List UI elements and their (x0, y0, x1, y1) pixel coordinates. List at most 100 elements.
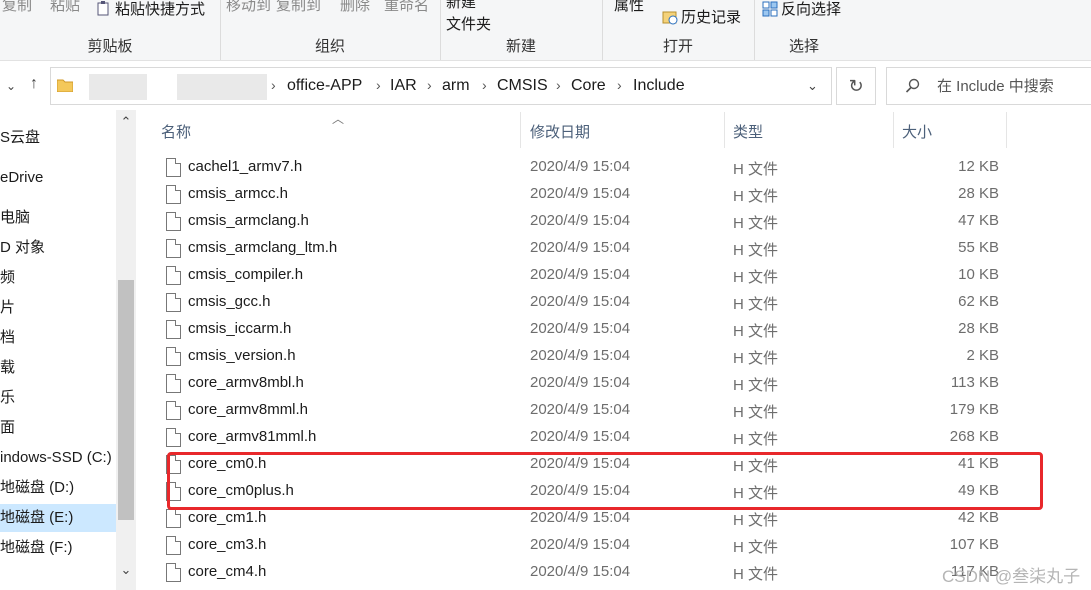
breadcrumb-cmsis[interactable]: CMSIS (497, 77, 548, 95)
file-size: 268 KB (949, 428, 999, 445)
scrollbar-thumb[interactable] (118, 280, 134, 520)
ribbon-group-label: 剪贴板 (87, 38, 133, 55)
file-modified-date: 2020/4/9 15:04 (530, 185, 631, 202)
delete-button[interactable]: 删除 (340, 0, 370, 15)
breadcrumb-separator-icon: › (427, 77, 432, 93)
column-divider[interactable] (724, 112, 725, 148)
address-dropdown-chevron-icon[interactable]: ⌄ (807, 78, 818, 94)
file-type: H 文件 (733, 377, 779, 394)
sidebar-item-drive-d[interactable]: 地磁盘 (D:) (0, 474, 118, 502)
breadcrumb-arm[interactable]: arm (442, 77, 470, 95)
column-header-size[interactable]: 大小 (902, 121, 932, 142)
file-icon (166, 185, 181, 204)
breadcrumb-core[interactable]: Core (571, 77, 606, 95)
breadcrumb-include[interactable]: Include (633, 77, 685, 95)
file-size: 41 KB (958, 455, 999, 472)
move-to-button[interactable]: 移动到 (226, 0, 271, 15)
file-row[interactable]: core_cm0.h 2020/4/9 15:04 H 文件 41 KB (162, 451, 1002, 478)
file-row[interactable]: core_armv8mml.h 2020/4/9 15:04 H 文件 179 KB (162, 397, 1002, 424)
column-header-name[interactable]: 名称 (161, 121, 191, 142)
file-modified-date: 2020/4/9 15:04 (530, 158, 631, 175)
breadcrumb-iar[interactable]: IAR (390, 77, 417, 95)
file-row[interactable]: cmsis_armclang_ltm.h 2020/4/9 15:04 H 文件 55… (162, 235, 1002, 262)
file-size: 47 KB (958, 212, 999, 229)
copy-button[interactable]: 复制 (2, 0, 32, 15)
navigation-pane: S云盘 eDrive 电脑 D 对象 频 片 档 载 乐 面 indows-SS… (0, 110, 136, 590)
ribbon-group-organize: 移动到 复制到 删除 重命名 组织 (220, 0, 441, 60)
file-name: cmsis_gcc.h (188, 293, 271, 310)
file-icon (166, 239, 181, 258)
file-type: H 文件 (733, 404, 779, 421)
paste-button[interactable]: 粘贴 (50, 0, 80, 15)
file-row[interactable]: cachel1_armv7.h 2020/4/9 15:04 H 文件 12 KB (162, 154, 1002, 181)
sidebar-item-videos[interactable]: 频 (0, 264, 118, 292)
sidebar-item-drive-e[interactable]: 地磁盘 (E:) (0, 504, 118, 532)
file-row[interactable]: cmsis_armclang.h 2020/4/9 15:04 H 文件 47 KB (162, 208, 1002, 235)
file-list: ︿ 名称 修改日期 类型 大小 cachel1_armv7.h 2020/4/9 … (136, 110, 1091, 590)
column-header-date[interactable]: 修改日期 (530, 121, 590, 142)
sidebar-item-this-pc[interactable]: 电脑 (0, 204, 118, 232)
file-icon (166, 563, 181, 582)
address-bar[interactable]: › office-APP › IAR › arm › CMSIS › Core … (50, 67, 832, 105)
file-icon (166, 212, 181, 231)
file-row[interactable]: core_armv8mbl.h 2020/4/9 15:04 H 文件 113 KB (162, 370, 1002, 397)
file-icon (166, 401, 181, 420)
sidebar-item-drive-c[interactable]: indows-SSD (C:) (0, 444, 118, 472)
watermark: CSDN @叁柒丸子 (942, 567, 1081, 586)
file-row[interactable]: core_cm1.h 2020/4/9 15:04 H 文件 42 KB (162, 505, 1002, 532)
sidebar-item-pictures[interactable]: 片 (0, 294, 118, 322)
refresh-button[interactable]: ↻ (836, 67, 876, 105)
file-row[interactable]: cmsis_iccarm.h 2020/4/9 15:04 H 文件 28 KB (162, 316, 1002, 343)
column-divider[interactable] (893, 112, 894, 148)
properties-button[interactable]: 属性 (614, 0, 644, 15)
search-box[interactable] (886, 67, 1091, 105)
breadcrumb-separator-icon: › (556, 77, 561, 93)
sidebar-item-drive-f[interactable]: 地磁盘 (F:) (0, 534, 118, 562)
invert-selection-button[interactable]: 反向选择 (762, 0, 841, 19)
file-name: cmsis_iccarm.h (188, 320, 292, 337)
file-modified-date: 2020/4/9 15:04 (530, 320, 631, 337)
sidebar-scrollbar[interactable]: ⌃ ⌄ (116, 110, 136, 590)
file-row[interactable]: cmsis_gcc.h 2020/4/9 15:04 H 文件 62 KB (162, 289, 1002, 316)
file-row[interactable]: cmsis_version.h 2020/4/9 15:04 H 文件 2 KB (162, 343, 1002, 370)
sidebar-item-documents[interactable]: 档 (0, 324, 118, 352)
ribbon-group-label: 选择 (788, 38, 819, 55)
history-button[interactable]: 历史记录 (662, 6, 741, 27)
scroll-up-chevron-icon[interactable]: ⌃ (116, 114, 136, 130)
copy-to-button[interactable]: 复制到 (276, 0, 321, 15)
file-name: core_armv8mbl.h (188, 374, 304, 391)
file-row[interactable]: core_armv81mml.h 2020/4/9 15:04 H 文件 268 KB (162, 424, 1002, 451)
column-header-type[interactable]: 类型 (733, 121, 763, 142)
column-divider[interactable] (520, 112, 521, 148)
refresh-icon: ↻ (848, 75, 864, 96)
sidebar-item-3d-objects[interactable]: D 对象 (0, 234, 118, 262)
file-icon (166, 428, 181, 447)
sidebar-item-downloads[interactable]: 载 (0, 354, 118, 382)
file-icon (166, 266, 181, 285)
scroll-down-chevron-icon[interactable]: ⌄ (116, 562, 136, 578)
file-row[interactable]: cmsis_compiler.h 2020/4/9 15:04 H 文件 10 KB (162, 262, 1002, 289)
file-modified-date: 2020/4/9 15:04 (530, 266, 631, 283)
file-row[interactable]: core_cm4.h 2020/4/9 15:04 H 文件 117 KB (162, 559, 1002, 586)
up-arrow-icon[interactable]: ↑ (30, 75, 38, 93)
breadcrumb-separator-icon: › (482, 77, 487, 93)
file-row[interactable]: cmsis_armcc.h 2020/4/9 15:04 H 文件 28 KB (162, 181, 1002, 208)
file-name: cmsis_compiler.h (188, 266, 304, 283)
breadcrumb-office-app[interactable]: office-APP (287, 77, 362, 95)
rename-button[interactable]: 重命名 (384, 0, 429, 15)
file-modified-date: 2020/4/9 15:04 (530, 293, 631, 310)
new-folder-button[interactable]: 新建 文件夹 (446, 0, 491, 36)
recent-locations-chevron-icon[interactable]: ⌄ (6, 79, 16, 93)
sidebar-item-cloud[interactable]: S云盘 (0, 124, 118, 152)
file-row[interactable]: core_cm3.h 2020/4/9 15:04 H 文件 107 KB (162, 532, 1002, 559)
sidebar-item-onedrive[interactable]: eDrive (0, 164, 118, 192)
file-type: H 文件 (733, 350, 779, 367)
file-row[interactable]: core_cm0plus.h 2020/4/9 15:04 H 文件 49 KB (162, 478, 1002, 505)
search-input[interactable] (935, 74, 1089, 98)
paste-shortcut-button[interactable]: 粘贴快捷方式 (96, 0, 205, 19)
column-divider[interactable] (1006, 112, 1007, 148)
file-type: H 文件 (733, 161, 779, 178)
redacted-path-segment (177, 74, 267, 100)
sidebar-item-desktop[interactable]: 面 (0, 414, 118, 442)
sidebar-item-music[interactable]: 乐 (0, 384, 118, 412)
